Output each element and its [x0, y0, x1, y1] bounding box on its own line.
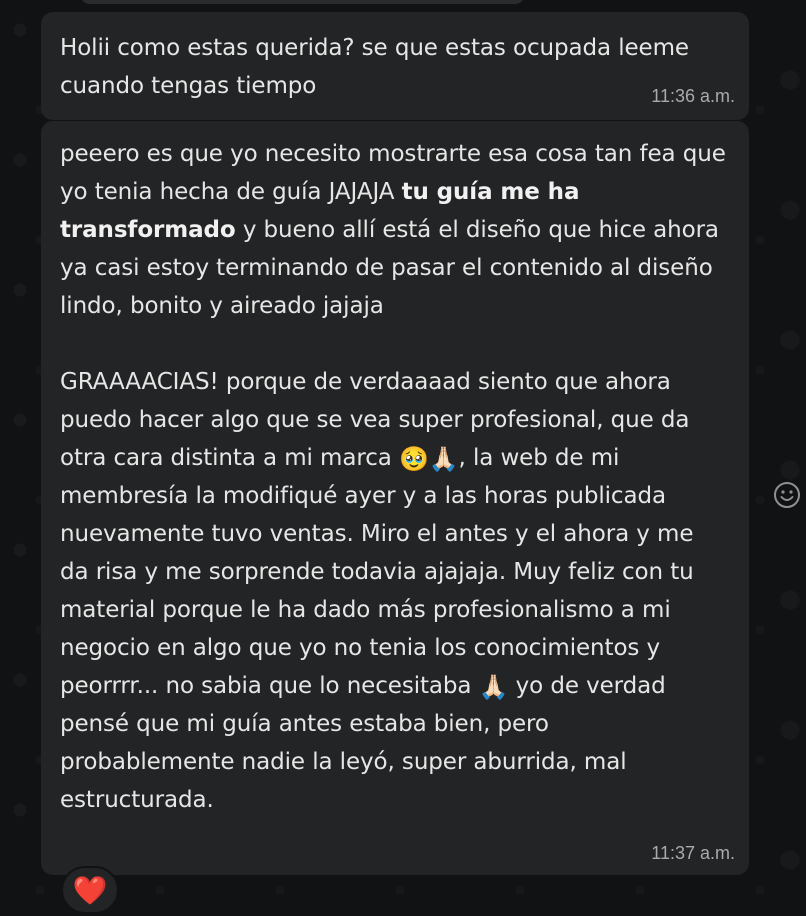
message-text: peeero es que yo necesito mostrarte esa … [60, 135, 729, 819]
smiley-icon[interactable] [770, 478, 804, 512]
message-timestamp: 11:37 a.m. [651, 843, 735, 863]
message-text: Holii como estas querida? se que estas o… [60, 35, 697, 99]
message-bubble[interactable]: Holii como estas querida? se que estas o… [41, 12, 749, 120]
text-run: peeero es que yo necesito mostrarte esa … [60, 141, 733, 205]
pleading-face-emoji: 🥹 [398, 445, 429, 473]
message-bubble[interactable]: peeero es que yo necesito mostrarte esa … [41, 121, 749, 875]
folded-hands-emoji: 🙏🏻 [428, 445, 459, 473]
message-paragraph: GRAAAACIAS! porque de verdaaaad siento q… [60, 363, 729, 819]
message-paragraph: peeero es que yo necesito mostrarte esa … [60, 135, 729, 325]
message-timestamp: 11:36 a.m. [651, 86, 735, 106]
previous-message-edge [80, 0, 525, 4]
folded-hands-emoji: 🙏🏻 [478, 673, 509, 701]
reaction-badge[interactable]: ❤️ [61, 866, 119, 914]
red-heart-icon: ❤️ [72, 873, 108, 907]
text-run: , la web de mi membresía la modifiqué ay… [60, 445, 701, 699]
